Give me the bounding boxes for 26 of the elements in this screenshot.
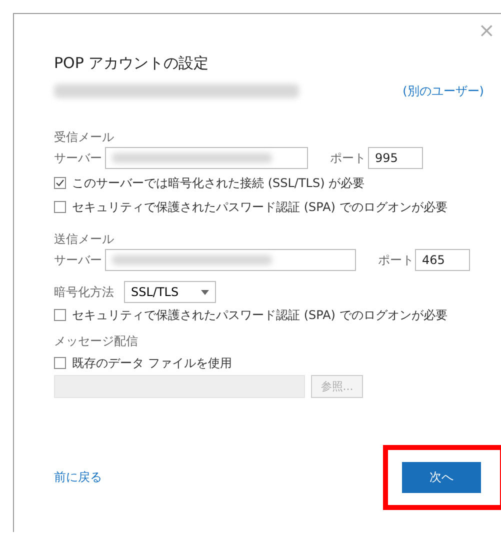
port-field[interactable]: 465 [415,249,470,271]
back-link[interactable]: 前に戻る [54,469,102,486]
caret-icon [201,290,209,294]
checkbox-label: 既存のデータ ファイルを使用 [72,354,232,372]
field-label: ポート [378,252,415,268]
field-label: ポート [330,150,367,166]
checkbox[interactable] [54,357,66,369]
checkbox-label: セキュリティで保護されたパスワード認証 (SPA) でのログオンが必要 [72,198,448,216]
checkbox[interactable] [54,177,66,189]
checkbox-label: このサーバーでは暗号化された接続 (SSL/TLS) が必要 [72,174,365,192]
field-label: 暗号化方法 [54,284,115,300]
dialog-title: POP アカウントの設定 [54,54,210,74]
section-heading: 送信メール [54,231,115,248]
server-field[interactable] [105,249,356,271]
checkbox[interactable] [54,201,66,213]
checkbox[interactable] [54,309,66,321]
server-field[interactable] [105,147,308,169]
other-user-link[interactable]: (別のユーザー) [402,82,484,100]
field-label: サーバー [54,252,103,268]
field-label: サーバー [54,150,103,166]
checkbox-label: セキュリティで保護されたパスワード認証 (SPA) でのログオンが必要 [72,306,448,324]
port-field[interactable]: 995 [368,147,423,169]
next-button[interactable]: 次へ [402,462,481,493]
section-heading: メッセージ配信 [54,333,139,350]
section-heading: 受信メール [54,129,115,146]
encryption-dropdown[interactable]: SSL/TLS [124,281,216,303]
